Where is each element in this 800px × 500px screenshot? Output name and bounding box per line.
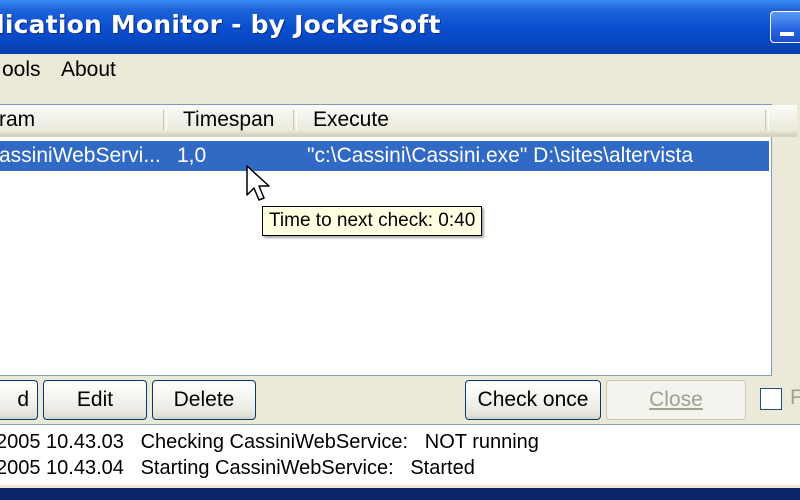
cell-timespan: 1,0 [177, 144, 207, 167]
column-header-execute[interactable]: Execute [313, 107, 389, 133]
title-bar[interactable]: plication Monitor - by JockerSoft [0, 0, 800, 54]
log-result: Started [410, 457, 475, 479]
log-line: 2005 10.43.04 Starting CassiniWebService… [0, 455, 475, 481]
column-header-timespan[interactable]: Timespan [183, 107, 274, 133]
list-row-selected[interactable]: assiniWebServi... 1,0 "c:\Cassini\Cassin… [0, 141, 769, 171]
log-line: 2005 10.43.03 Checking CassiniWebService… [0, 429, 539, 455]
minimize-icon [780, 32, 794, 36]
tooltip: Time to next check: 0:40 [262, 206, 483, 236]
menu-item-tools[interactable]: ools [2, 56, 41, 88]
log-action: Checking CassiniWebService: [140, 431, 409, 453]
column-separator[interactable] [293, 110, 297, 130]
cell-program: assiniWebServi... [0, 144, 161, 167]
check-once-button[interactable]: Check once [465, 380, 601, 420]
edit-button[interactable]: Edit [43, 380, 147, 420]
menu-item-about[interactable]: About [61, 56, 116, 88]
delete-button-label: Delete [173, 388, 235, 411]
edit-button-label: Edit [76, 388, 114, 411]
log-action: Starting CassiniWebService: [140, 457, 394, 479]
log-result: NOT running [424, 431, 539, 453]
log-date: 2005 10.43.03 [0, 431, 124, 453]
column-separator[interactable] [765, 110, 769, 130]
column-separator[interactable] [163, 110, 167, 130]
column-header-program[interactable]: ram [0, 107, 35, 133]
add-button[interactable]: d [0, 380, 38, 420]
list-header: ram Timespan Execute [0, 105, 797, 137]
log-date: 2005 10.43.04 [0, 457, 124, 479]
delete-button[interactable]: Delete [152, 380, 256, 420]
close-button[interactable]: Close [606, 380, 746, 420]
menu-bar: ools About [0, 54, 800, 94]
window-title: plication Monitor - by JockerSoft [0, 10, 441, 39]
mouse-pointer-icon [246, 165, 270, 201]
add-button-label: d [17, 388, 29, 411]
close-button-label: Close [649, 388, 703, 411]
program-list[interactable]: ram Timespan Execute assiniWebServi... 1… [0, 104, 797, 376]
option-checkbox[interactable] [760, 388, 782, 410]
check-once-button-label: Check once [477, 388, 589, 411]
client-area: ram Timespan Execute assiniWebServi... 1… [0, 94, 800, 488]
log-panel[interactable]: 2005 10.43.03 Checking CassiniWebService… [0, 424, 800, 485]
minimize-button[interactable] [770, 11, 800, 43]
cell-execute: "c:\Cassini\Cassini.exe" D:\sites\alterv… [307, 144, 694, 167]
option-checkbox-label: F [790, 386, 800, 409]
